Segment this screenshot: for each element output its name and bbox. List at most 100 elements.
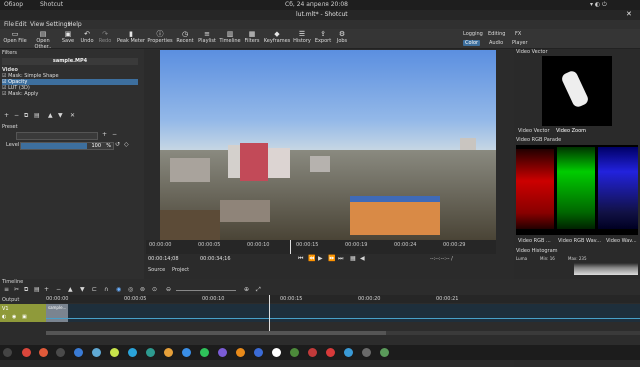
browser-icon[interactable] — [22, 348, 31, 357]
app-icon[interactable] — [56, 348, 65, 357]
overwrite-icon[interactable]: ▼ — [80, 286, 85, 293]
app-icon[interactable] — [146, 348, 155, 357]
remove-filter-icon[interactable]: − — [14, 112, 19, 119]
save-preset-icon[interactable]: + — [102, 131, 107, 138]
tab-video-rgb[interactable]: Video RGB ... — [518, 238, 551, 244]
zoom-slider[interactable] — [176, 290, 236, 291]
track-name: V1 — [2, 306, 9, 312]
app-icon[interactable] — [362, 348, 371, 357]
move-down-icon[interactable]: ▼ — [58, 112, 63, 119]
app-icon[interactable] — [380, 348, 389, 357]
lift-icon[interactable]: ▲ — [68, 286, 73, 293]
paste-filter-icon[interactable]: ▤ — [34, 112, 40, 119]
skip-next-icon[interactable]: ⏭ — [338, 255, 343, 263]
tab-video-vector[interactable]: Video Vector — [518, 128, 550, 134]
cut-icon[interactable]: ✂ — [14, 286, 19, 293]
layout-logging[interactable]: Logging — [463, 31, 483, 37]
telegram-icon[interactable] — [128, 348, 137, 357]
system-tray-icons[interactable]: ▾ ◐ ⏻ — [590, 1, 607, 9]
track-header-v1[interactable]: V1 ◐ ◉ ▣ — [0, 304, 46, 322]
split-icon[interactable]: ⊏ — [92, 286, 97, 293]
current-time[interactable]: 00:00:14;08 — [148, 256, 179, 262]
menu-help[interactable]: Help — [68, 21, 82, 28]
app-icon[interactable] — [344, 348, 353, 357]
copy-filter-icon[interactable]: ⧉ — [24, 112, 28, 120]
app-icon[interactable] — [200, 348, 209, 357]
menu-view[interactable]: View — [30, 21, 44, 28]
zoom-fit-icon[interactable]: ⤢ — [256, 286, 261, 294]
add-filter-icon[interactable]: + — [4, 112, 9, 119]
move-up-icon[interactable]: ▲ — [48, 112, 53, 119]
app-icon[interactable] — [308, 348, 317, 357]
tab-video-wave[interactable]: Video Wav... — [606, 238, 637, 244]
vlc-icon[interactable] — [236, 348, 245, 357]
preset-select[interactable] — [16, 132, 98, 140]
tab-source[interactable]: Source — [148, 267, 165, 273]
remove-icon[interactable]: − — [56, 286, 61, 293]
copy-icon[interactable]: ⧉ — [24, 286, 28, 294]
activities-button[interactable]: Обзор — [4, 1, 23, 8]
clip-v1[interactable]: sample... — [46, 304, 640, 322]
jobs-button[interactable]: ⚙ Jobs — [327, 31, 357, 45]
play-icon[interactable]: ▶ — [318, 255, 323, 262]
menu-file[interactable]: File — [4, 21, 14, 28]
hide-icon[interactable]: ◉ — [12, 314, 16, 320]
open-file-button[interactable]: ▭ Open File — [0, 31, 30, 45]
paste-icon[interactable]: ▤ — [34, 286, 40, 293]
apps-grid-icon[interactable] — [3, 348, 12, 357]
app-icon[interactable] — [110, 348, 119, 357]
grid-icon[interactable]: ▦ — [350, 255, 356, 262]
tab-video-rgb-wave[interactable]: Video RGB Wav... — [558, 238, 601, 244]
zoom-in-icon[interactable]: ⊕ — [244, 286, 249, 293]
video-preview[interactable] — [160, 50, 496, 240]
level-slider[interactable]: 100 % — [20, 142, 114, 150]
timeline-ruler[interactable]: 00:00:00 00:00:05 00:00:10 00:00:15 00:0… — [46, 295, 640, 303]
deselect-icon[interactable]: ✕ — [70, 112, 75, 119]
app-icon[interactable] — [74, 348, 83, 357]
layout-fx[interactable]: FX — [515, 31, 521, 37]
close-icon[interactable]: ✕ — [626, 10, 632, 18]
rewind-icon[interactable]: ⏪ — [308, 255, 315, 262]
app-icon[interactable] — [39, 348, 48, 357]
menu-icon[interactable]: ≡ — [4, 286, 9, 293]
add-icon[interactable]: + — [44, 286, 49, 293]
keyframe-icon[interactable]: ◇ — [124, 141, 129, 148]
app-icon[interactable] — [218, 348, 227, 357]
snap-icon[interactable]: ∩ — [104, 286, 108, 293]
reset-icon[interactable]: ↺ — [115, 141, 120, 148]
scrub-icon[interactable]: ◉ — [116, 286, 121, 293]
mute-icon[interactable]: ◐ — [2, 314, 6, 320]
timeline-scrollbar[interactable] — [46, 331, 640, 335]
peak-meter-icon: ▮ — [129, 30, 133, 38]
tab-video-zoom[interactable]: Video Zoom — [556, 128, 586, 134]
layout-player[interactable]: Player — [512, 40, 528, 46]
app-menu[interactable]: Shotcut — [40, 1, 63, 8]
app-icon[interactable] — [290, 348, 299, 357]
ripple-all-icon[interactable]: ⊚ — [140, 286, 145, 293]
peak-meter-button[interactable]: ▮ Peak Meter — [116, 30, 146, 45]
delete-preset-icon[interactable]: − — [112, 131, 117, 138]
timeline-playhead[interactable] — [269, 295, 270, 335]
app-icon[interactable] — [326, 348, 335, 357]
lock-icon[interactable]: ▣ — [22, 314, 27, 320]
app-icon[interactable] — [254, 348, 263, 357]
menu-settings[interactable]: Settings — [46, 21, 71, 28]
layout-color[interactable]: Color — [463, 40, 481, 46]
app-icon[interactable] — [272, 348, 281, 357]
app-icon[interactable] — [92, 348, 101, 357]
volume-icon[interactable]: ◀ — [360, 255, 365, 262]
layout-editing[interactable]: Editing — [488, 31, 505, 37]
clock[interactable]: Сб, 24 апреля 20:08 — [285, 1, 348, 8]
app-icon[interactable] — [182, 348, 191, 357]
app-icon[interactable] — [164, 348, 173, 357]
scrollbar-thumb[interactable] — [46, 331, 386, 335]
skip-previous-icon[interactable]: ⏮ — [298, 255, 303, 263]
menu-edit[interactable]: Edit — [15, 21, 27, 28]
fast-forward-icon[interactable]: ⏩ — [328, 255, 335, 262]
layout-audio[interactable]: Audio — [489, 40, 503, 46]
tab-project[interactable]: Project — [172, 267, 189, 273]
ripple-markers-icon[interactable]: ⊙ — [152, 286, 157, 293]
zoom-out-icon[interactable]: ⊖ — [166, 286, 171, 293]
ripple-icon[interactable]: ◎ — [128, 286, 133, 293]
filter-item-mask-apply[interactable]: ☑ Mask: Apply — [2, 91, 138, 97]
